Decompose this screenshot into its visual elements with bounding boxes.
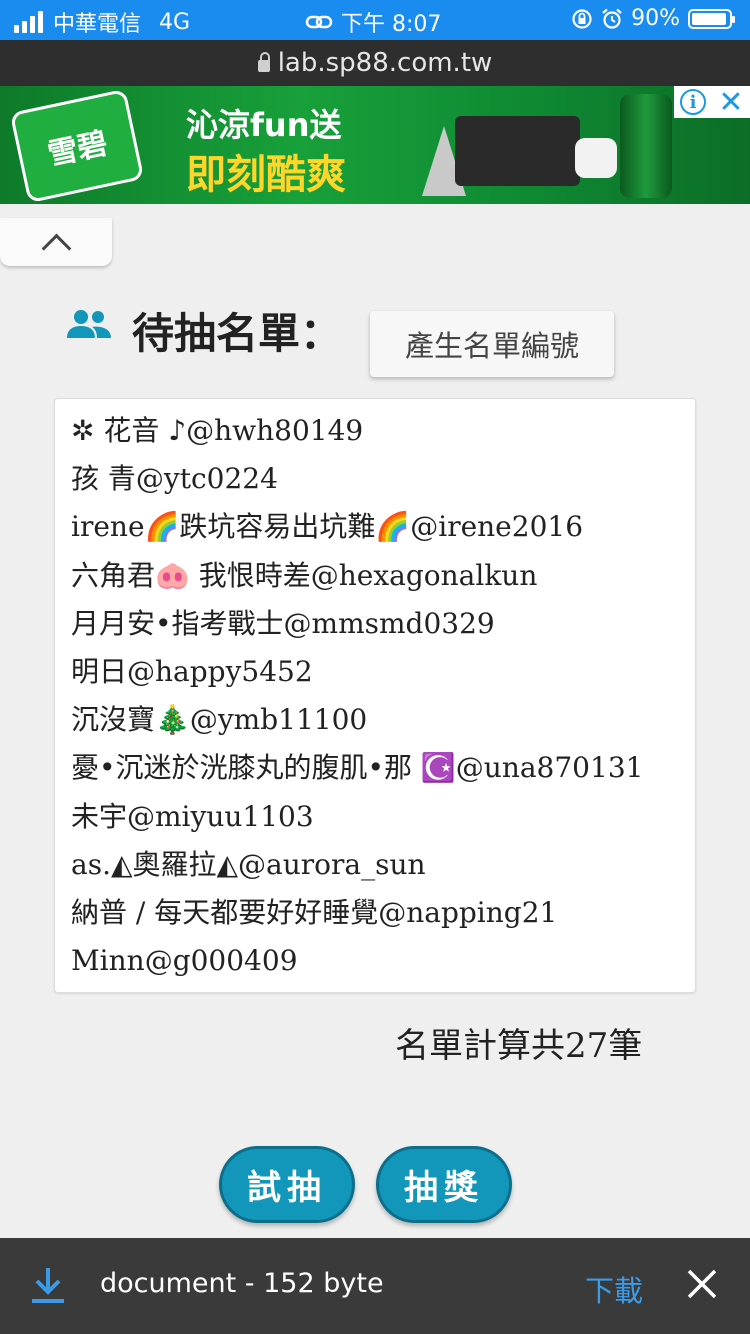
ad-subheadline: 即刻酷爽 <box>186 152 346 198</box>
ad-banner[interactable]: 雪碧 沁涼fun送 即刻酷爽 <box>0 86 750 204</box>
ad-info-button[interactable]: i <box>674 86 712 118</box>
status-bar: 中華電信 4G 下午 8:07 90% <box>0 0 750 40</box>
network-label: 4G <box>159 9 191 35</box>
generate-list-number-button[interactable]: 產生名單編號 <box>370 311 614 377</box>
link-icon <box>305 15 333 29</box>
list-item: ✲ 花音 ♪@hwh80149 <box>71 414 364 447</box>
list-item: 六角君🐽 我恨時差@hexagonalkun <box>71 558 538 592</box>
list-item: 憂•沉迷於洸膝丸的腹肌•那 ☪️@una870131 <box>71 751 644 785</box>
list-item: 孩 青@ytc0224 <box>71 462 278 496</box>
close-icon[interactable] <box>684 1266 720 1302</box>
list-item: 納普 / 每天都要好好睡覺@napping21 <box>71 895 558 929</box>
orientation-lock-icon <box>572 8 592 29</box>
download-file-label: document - 152 byte <box>100 1268 384 1299</box>
list-item: 沉沒寶🎄@ymb11100 <box>71 703 368 737</box>
people-icon <box>67 310 111 338</box>
candidate-list[interactable]: ✲ 花音 ♪@hwh80149 孩 青@ytc0224 irene🌈跌坑容易出坑難🌈… <box>54 398 696 993</box>
list-item: ❤️ <box>71 985 695 992</box>
list-item: 未宇@miyuu1103 <box>71 799 314 833</box>
clock-time: 下午 8:07 <box>341 12 442 37</box>
ad-brand-logo: 雪碧 <box>9 88 145 204</box>
ad-headline: 沁涼fun送 <box>186 106 342 144</box>
list-item: Minn@g000409 <box>71 944 298 978</box>
ad-product-can <box>620 94 672 198</box>
ad-close-button[interactable]: ✕ <box>712 84 750 120</box>
list-item: as.◭奧羅拉◭@aurora_sun <box>71 847 426 881</box>
page-title: 待抽名單： <box>132 309 343 358</box>
ad-product-earbuds <box>575 138 617 178</box>
lock-icon <box>257 52 270 72</box>
list-item: 月月安•指考戰士@mmsmd0329 <box>71 606 495 640</box>
url-text: lab.sp88.com.tw <box>277 48 493 78</box>
download-bar: document - 152 byte 下載 <box>0 1238 750 1334</box>
download-link[interactable]: 下載 <box>585 1268 643 1310</box>
collapse-button[interactable] <box>0 218 112 266</box>
download-icon <box>32 1268 64 1303</box>
info-icon: i <box>680 89 706 115</box>
battery-percent: 90% <box>631 6 680 31</box>
battery-icon <box>688 8 735 29</box>
ad-product-speaker <box>455 116 580 186</box>
chevron-up-icon <box>41 233 71 263</box>
signal-icon <box>14 11 43 33</box>
url-bar[interactable]: lab.sp88.com.tw <box>0 40 750 86</box>
carrier-label: 中華電信 <box>53 12 142 37</box>
list-item: irene🌈跌坑容易出坑難🌈@irene2016 <box>71 510 584 544</box>
close-icon: ✕ <box>718 84 744 120</box>
draw-button[interactable]: 抽獎 <box>376 1146 512 1223</box>
list-item: 明日@happy5452 <box>71 654 313 688</box>
list-count: 名單計算共27筆 <box>395 1026 643 1066</box>
alarm-icon <box>602 8 622 29</box>
trial-draw-button[interactable]: 試抽 <box>219 1146 355 1223</box>
